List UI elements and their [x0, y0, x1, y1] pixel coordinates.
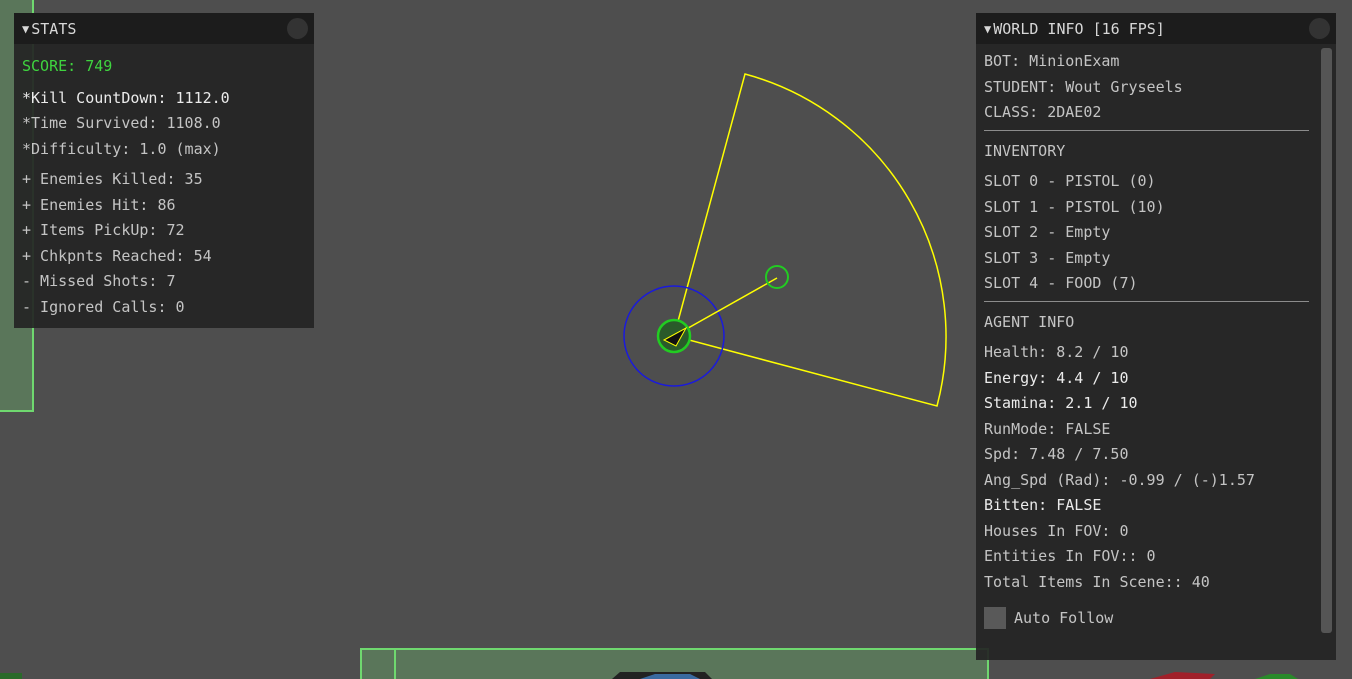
score-text: SCORE: 749: [22, 57, 113, 75]
agent-health: Health: 8.2 / 10: [984, 343, 1129, 361]
item-sprite-partial-3: [1150, 672, 1215, 679]
items-pickup: + Items PickUp: 72: [22, 221, 185, 239]
agent-info-header: AGENT INFO: [984, 312, 1075, 331]
agent-energy: Energy: 4.4 / 10: [984, 368, 1129, 387]
agent-bitten: Bitten: FALSE: [984, 496, 1102, 514]
difficulty: *Difficulty: 1.0 (max): [22, 139, 221, 158]
world-info-title: WORLD INFO [16 FPS]: [993, 19, 1165, 38]
class-name: CLASS: 2DAE02: [984, 103, 1102, 121]
stats-title: STATS: [31, 19, 77, 38]
collapse-triangle-icon[interactable]: ▼: [22, 22, 29, 36]
checkpoints-reached: + Chkpnts Reached: 54: [22, 246, 212, 265]
agent-runmode: RunMode: FALSE: [984, 419, 1111, 438]
target-line: [673, 277, 778, 337]
inventory-header: INVENTORY: [984, 141, 1066, 160]
world-info-titlebar[interactable]: ▼ WORLD INFO [16 FPS]: [976, 13, 1336, 44]
divider: [984, 300, 1309, 302]
collapse-triangle-icon[interactable]: ▼: [984, 22, 991, 36]
world-info-panel: ▼ WORLD INFO [16 FPS] BOT: MinionExam ST…: [976, 13, 1336, 660]
bottom-left-widget: [0, 673, 22, 679]
ignored-calls: - Ignored Calls: 0: [22, 297, 185, 316]
stats-titlebar[interactable]: ▼ STATS: [14, 13, 314, 44]
close-icon[interactable]: [287, 18, 308, 39]
auto-follow-checkbox[interactable]: [984, 607, 1006, 629]
close-icon[interactable]: [1309, 18, 1330, 39]
agent-speed: Spd: 7.48 / 7.50: [984, 445, 1129, 463]
enemies-killed: + Enemies Killed: 35: [22, 170, 203, 188]
agent-angular-speed: Ang_Spd (Rad): -0.99 / (-)1.57: [984, 470, 1255, 489]
kill-countdown: *Kill CountDown: 1112.0: [22, 88, 230, 107]
missed-shots: - Missed Shots: 7: [22, 272, 176, 290]
inventory-slot-0: SLOT 0 - PISTOL (0): [984, 172, 1156, 190]
total-items-in-scene: Total Items In Scene:: 40: [984, 572, 1210, 591]
inventory-slot-3: SLOT 3 - Empty: [984, 248, 1111, 267]
bot-name: BOT: MinionExam: [984, 52, 1120, 70]
student-name: STUDENT: Wout Gryseels: [984, 77, 1183, 96]
scrollbar[interactable]: [1321, 48, 1332, 633]
inventory-slot-4: SLOT 4 - FOOD (7): [984, 274, 1138, 292]
stats-panel: ▼ STATS SCORE: 749 *Kill CountDown: 1112…: [14, 13, 314, 328]
houses-in-fov: Houses In FOV: 0: [984, 521, 1129, 540]
time-survived: *Time Survived: 1108.0: [22, 114, 221, 132]
enemies-hit: + Enemies Hit: 86: [22, 195, 176, 214]
divider: [984, 129, 1309, 131]
auto-follow-label: Auto Follow: [1014, 609, 1114, 627]
fov-cone: [673, 73, 947, 407]
inventory-slot-1: SLOT 1 - PISTOL (10): [984, 197, 1165, 216]
entities-in-fov: Entities In FOV:: 0: [984, 547, 1156, 565]
target-marker: [765, 265, 789, 289]
item-sprite-partial-4: [1255, 674, 1298, 679]
agent-stamina: Stamina: 2.1 / 10: [984, 394, 1138, 412]
inventory-slot-2: SLOT 2 - Empty: [984, 223, 1111, 241]
auto-follow-row[interactable]: Auto Follow: [984, 607, 1309, 629]
